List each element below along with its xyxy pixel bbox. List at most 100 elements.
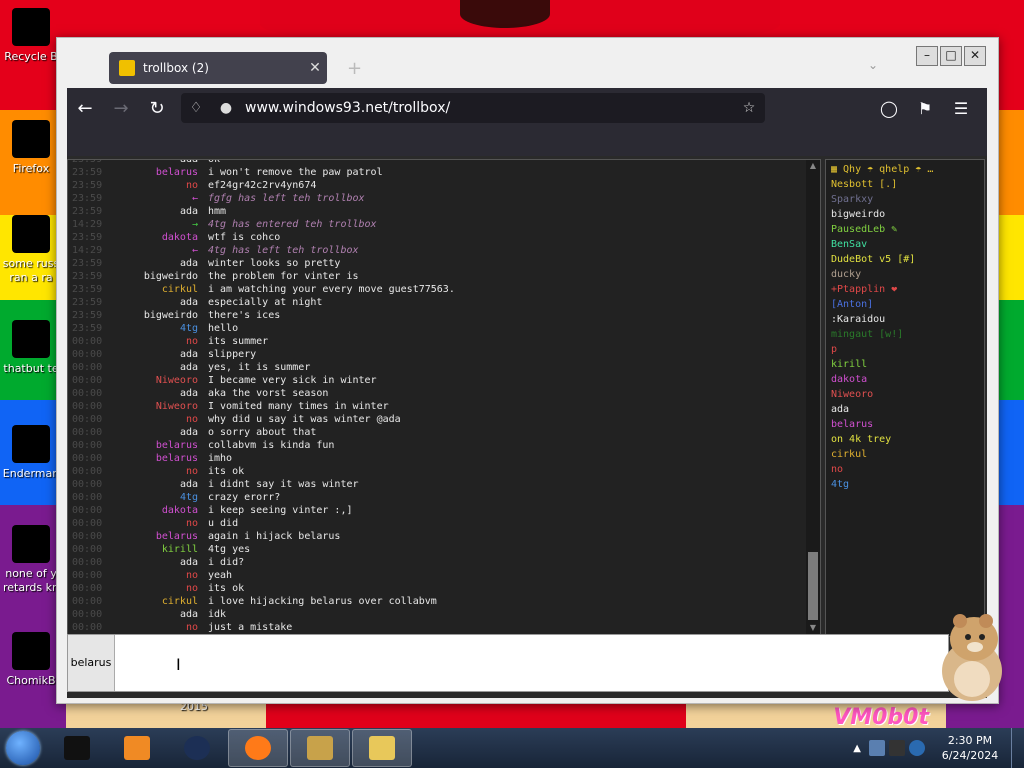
desktop-icon[interactable]: thatbut te xyxy=(0,320,62,376)
message-nick[interactable]: Niweoro xyxy=(116,374,208,387)
user-list-item[interactable]: ada xyxy=(826,402,984,417)
message-nick[interactable]: no xyxy=(116,335,208,348)
message-nick[interactable]: ada xyxy=(116,348,208,361)
message-input[interactable] xyxy=(116,635,948,691)
tab-trollbox[interactable]: trollbox (2) ✕ xyxy=(109,52,327,84)
message-nick[interactable]: belarus xyxy=(116,166,208,179)
new-tab-button[interactable]: + xyxy=(347,58,362,79)
message-nick[interactable]: no xyxy=(116,517,208,530)
message-nick[interactable]: ada xyxy=(116,361,208,374)
taskbar-chomikbox-button[interactable] xyxy=(290,729,350,767)
user-list-item[interactable]: p xyxy=(826,342,984,357)
scroll-down-arrow-icon[interactable]: ▼ xyxy=(806,622,820,634)
desktop-icon[interactable]: Enderman xyxy=(0,425,62,481)
message-nick[interactable]: ada xyxy=(116,257,208,270)
user-list-item[interactable]: ducky xyxy=(826,267,984,282)
user-list-item[interactable]: ▦ Qhy ☂ qhelp ☂ … xyxy=(826,162,984,177)
user-list-item[interactable]: PausedLeb ✎ xyxy=(826,222,984,237)
message-nick[interactable]: 4tg xyxy=(116,491,208,504)
message-nick[interactable]: no xyxy=(116,465,208,478)
user-list-item[interactable]: belarus xyxy=(826,417,984,432)
user-list-item[interactable]: BenSav xyxy=(826,237,984,252)
address-bar[interactable]: ♢ ● www.windows93.net/trollbox/ ☆ xyxy=(181,93,765,123)
message-nick[interactable]: ada xyxy=(116,160,208,166)
message-nick[interactable]: no xyxy=(116,569,208,582)
message-nick[interactable]: dakota xyxy=(116,231,208,244)
scroll-up-arrow-icon[interactable]: ▲ xyxy=(806,160,820,172)
message-nick[interactable]: cirkul xyxy=(116,283,208,296)
user-list-item[interactable]: Niweoro xyxy=(826,387,984,402)
taskbar-globe-button[interactable] xyxy=(168,730,226,766)
desktop-icon[interactable]: some russ ran a ra xyxy=(0,215,62,285)
taskbar-media-player-button[interactable] xyxy=(108,730,166,766)
message-nick[interactable]: ada xyxy=(116,205,208,218)
menu-icon[interactable]: ☰ xyxy=(943,99,979,118)
user-list-item[interactable]: Nesbott [.] xyxy=(826,177,984,192)
message-nick[interactable]: no xyxy=(116,582,208,595)
desktop-icon[interactable]: Recycle B xyxy=(0,8,62,64)
message-nick[interactable]: belarus xyxy=(116,439,208,452)
maximize-button[interactable]: □ xyxy=(940,46,962,66)
page-info-icon[interactable]: ● xyxy=(211,100,241,116)
message-nick[interactable]: no xyxy=(116,621,208,634)
taskbar-firefox-button[interactable] xyxy=(228,729,288,767)
user-list-item[interactable]: cirkul xyxy=(826,447,984,462)
user-list-item[interactable]: [Anton] xyxy=(826,297,984,312)
nickname-button[interactable]: belarus xyxy=(68,635,115,691)
network-icon[interactable] xyxy=(869,740,885,756)
start-button[interactable] xyxy=(0,728,46,768)
user-list-item[interactable]: no xyxy=(826,462,984,477)
minimize-button[interactable]: – xyxy=(916,46,938,66)
list-tabs-chevron-icon[interactable]: ⌄ xyxy=(868,58,878,72)
user-list-item[interactable]: bigweirdo xyxy=(826,207,984,222)
taskbar-terminal-button[interactable] xyxy=(48,730,106,766)
message-nick[interactable]: ada xyxy=(116,608,208,621)
message-nick[interactable]: dakota xyxy=(116,504,208,517)
message-nick[interactable]: Niweoro xyxy=(116,400,208,413)
desktop-icon[interactable]: Firefox xyxy=(0,120,62,176)
app-tray-icon[interactable] xyxy=(909,740,925,756)
user-list-item[interactable]: kirill xyxy=(826,357,984,372)
volume-icon[interactable] xyxy=(889,740,905,756)
message-nick[interactable]: bigweirdo xyxy=(116,270,208,283)
pocket-icon[interactable]: ◯ xyxy=(871,99,907,118)
message-nick[interactable]: bigweirdo xyxy=(116,309,208,322)
desktop-icon[interactable]: none of y retards kn xyxy=(0,525,62,595)
show-hidden-icons-icon[interactable]: ▲ xyxy=(853,743,861,754)
close-window-button[interactable]: ✕ xyxy=(964,46,986,66)
message-nick[interactable]: ← xyxy=(116,192,208,205)
shield-icon[interactable]: ♢ xyxy=(181,100,211,116)
chat-scrollbar[interactable]: ▲ ▼ xyxy=(806,160,820,634)
message-nick[interactable]: kirill xyxy=(116,543,208,556)
user-list-item[interactable]: :Karaidou xyxy=(826,312,984,327)
message-nick[interactable]: → xyxy=(116,218,208,231)
user-list-item[interactable]: 4tg xyxy=(826,477,984,492)
message-nick[interactable]: ada xyxy=(116,556,208,569)
message-nick[interactable]: ada xyxy=(116,296,208,309)
message-nick[interactable]: 4tg xyxy=(116,322,208,335)
message-nick[interactable]: ada xyxy=(116,387,208,400)
taskbar-explorer-button[interactable] xyxy=(352,729,412,767)
message-nick[interactable]: ← xyxy=(116,244,208,257)
message-nick[interactable]: no xyxy=(116,179,208,192)
url-text[interactable]: www.windows93.net/trollbox/ xyxy=(241,100,733,116)
scroll-thumb[interactable] xyxy=(808,552,818,620)
user-list-item[interactable]: DudeBot v5 [#] xyxy=(826,252,984,267)
message-nick[interactable]: belarus xyxy=(116,452,208,465)
bookmark-star-icon[interactable]: ☆ xyxy=(733,100,765,116)
forward-arrow-icon[interactable]: → xyxy=(103,98,139,119)
extensions-icon[interactable]: ⚑ xyxy=(907,99,943,118)
reload-icon[interactable]: ↻ xyxy=(139,98,175,119)
message-nick[interactable]: ada xyxy=(116,478,208,491)
message-nick[interactable]: no xyxy=(116,413,208,426)
message-nick[interactable]: cirkul xyxy=(116,595,208,608)
user-list-item[interactable]: dakota xyxy=(826,372,984,387)
user-list-item[interactable]: mingaut [w!] xyxy=(826,327,984,342)
show-desktop-button[interactable] xyxy=(1011,728,1024,768)
user-list-item[interactable]: Sparkxy xyxy=(826,192,984,207)
chat-log[interactable]: 23:59 ada ok 23:59 belarus i won't remove the… xyxy=(67,159,821,635)
desktop-icon[interactable]: ChomikB xyxy=(0,632,62,688)
message-nick[interactable]: ada xyxy=(116,426,208,439)
user-list-item[interactable]: on 4k trey xyxy=(826,432,984,447)
back-arrow-icon[interactable]: ← xyxy=(67,98,103,119)
